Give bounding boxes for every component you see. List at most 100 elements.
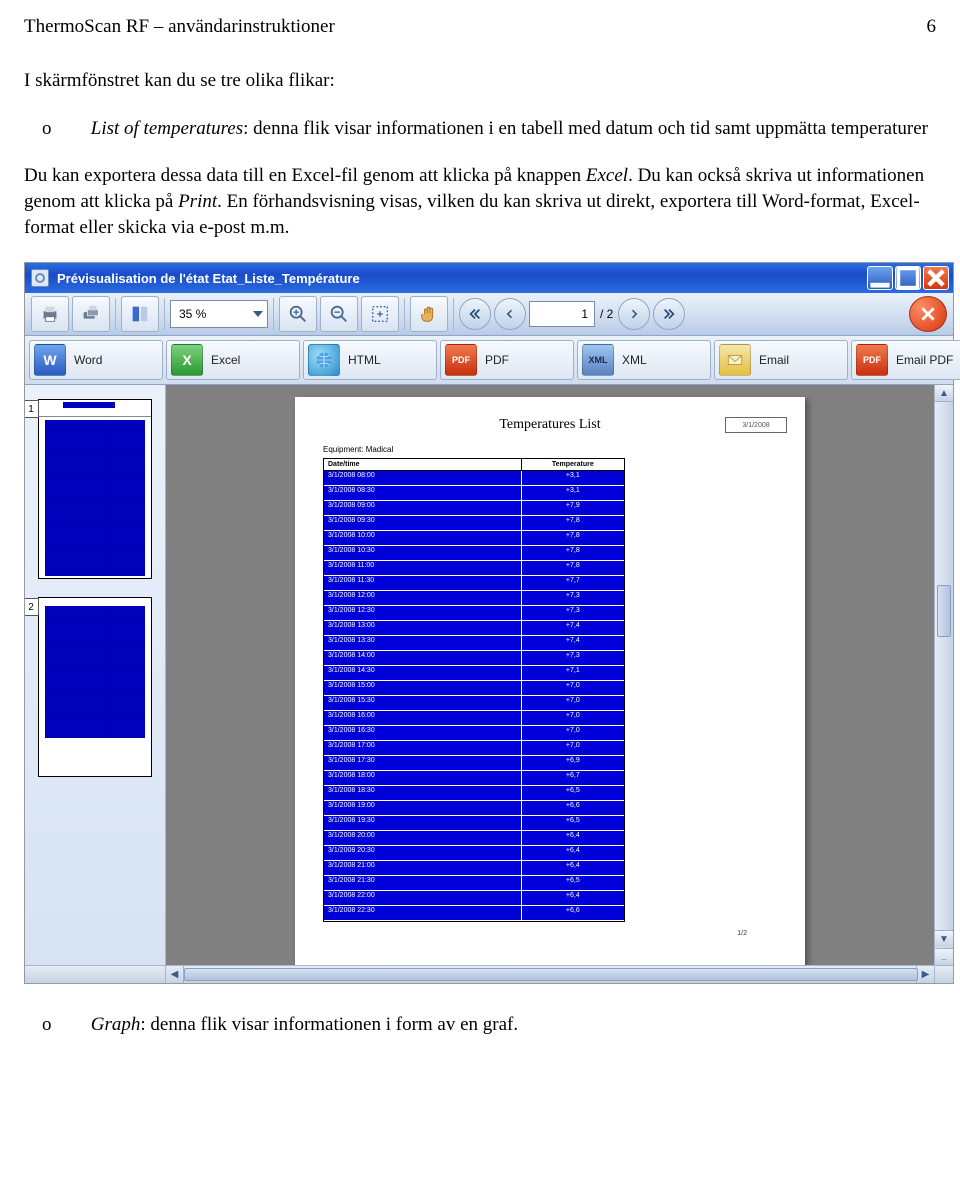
- scroll-thumb[interactable]: [937, 585, 951, 637]
- col-temperature: Temperature: [522, 459, 624, 470]
- cell-datetime: 3/1/2008 12:00: [324, 591, 522, 605]
- table-row: 3/1/2008 14:00+7,3: [324, 651, 624, 666]
- cell-datetime: 3/1/2008 22:30: [324, 906, 522, 920]
- cell-temperature: +7,0: [522, 681, 624, 695]
- cell-temperature: +7,0: [522, 696, 624, 710]
- cell-datetime: 3/1/2008 22:00: [324, 891, 522, 905]
- export-excel-button[interactable]: X Excel: [166, 340, 300, 380]
- cell-temperature: +7,1: [522, 666, 624, 680]
- thumbnail-page-2[interactable]: 2: [38, 597, 152, 777]
- scroll-corner: ..: [935, 948, 953, 965]
- cell-datetime: 3/1/2008 15:30: [324, 696, 522, 710]
- export-email-button[interactable]: Email: [714, 340, 848, 380]
- thumbnail-page-1[interactable]: 1: [38, 399, 152, 579]
- bullet-label: Graph: [91, 1014, 141, 1035]
- cell-temperature: +6,6: [522, 801, 624, 815]
- table-row: 3/1/2008 10:30+7,8: [324, 546, 624, 561]
- export-toolbar: W Word X Excel HTML PDF PDF XML XML Emai…: [25, 336, 953, 385]
- view-mode-button[interactable]: [121, 296, 159, 332]
- zoom-out-button[interactable]: [320, 296, 358, 332]
- excel-icon: X: [171, 344, 203, 376]
- xml-icon: XML: [582, 344, 614, 376]
- table-row: 3/1/2008 22:00+6,4: [324, 891, 624, 906]
- print-copies-button[interactable]: [72, 296, 110, 332]
- next-page-button[interactable]: [618, 298, 650, 330]
- cell-temperature: +7,3: [522, 591, 624, 605]
- table-row: 3/1/2008 21:30+6,5: [324, 876, 624, 891]
- hand-tool[interactable]: [410, 296, 448, 332]
- cell-datetime: 3/1/2008 14:30: [324, 666, 522, 680]
- titlebar[interactable]: Prévisualisation de l'état Etat_Liste_Te…: [25, 263, 953, 293]
- cell-temperature: +7,8: [522, 516, 624, 530]
- cell-datetime: 3/1/2008 09:00: [324, 501, 522, 515]
- export-word-button[interactable]: W Word: [29, 340, 163, 380]
- separator: [164, 298, 165, 330]
- close-button[interactable]: [923, 266, 949, 290]
- minimize-button[interactable]: [867, 266, 893, 290]
- zoom-select[interactable]: 35 %: [170, 300, 268, 328]
- page-total: / 2: [600, 307, 613, 321]
- table-row: 3/1/2008 20:30+6,4: [324, 846, 624, 861]
- thumbnail-pane[interactable]: 1 2: [25, 385, 166, 965]
- cell-temperature: +7,9: [522, 501, 624, 515]
- separator: [273, 298, 274, 330]
- cell-temperature: +6,7: [522, 771, 624, 785]
- table-row: 3/1/2008 08:00+3,1: [324, 471, 624, 486]
- cell-temperature: +6,5: [522, 876, 624, 890]
- export-label: Word: [74, 353, 102, 367]
- bullet-list-temperatures: o List of temperatures: denna flik visar…: [86, 116, 936, 142]
- marquee-zoom-button[interactable]: [361, 296, 399, 332]
- table-row: 3/1/2008 18:00+6,7: [324, 771, 624, 786]
- scroll-down-icon[interactable]: ▼: [935, 930, 953, 947]
- cell-datetime: 3/1/2008 20:00: [324, 831, 522, 845]
- table-row: 3/1/2008 13:00+7,4: [324, 621, 624, 636]
- export-label: PDF: [485, 353, 509, 367]
- export-label: XML: [622, 353, 647, 367]
- export-label: Email: [759, 353, 789, 367]
- cell-temperature: +6,9: [522, 756, 624, 770]
- cell-datetime: 3/1/2008 16:00: [324, 711, 522, 725]
- scroll-up-icon[interactable]: ▲: [935, 385, 953, 402]
- table-row: 3/1/2008 16:30+7,0: [324, 726, 624, 741]
- table-row: 3/1/2008 09:00+7,9: [324, 501, 624, 516]
- cell-temperature: +3,1: [522, 471, 624, 485]
- last-page-button[interactable]: [653, 298, 685, 330]
- cell-datetime: 3/1/2008 11:30: [324, 576, 522, 590]
- preview-canvas[interactable]: Temperatures List 3/1/2008 Equipment: Ma…: [166, 385, 934, 965]
- scroll-left-icon[interactable]: ◀: [166, 966, 184, 983]
- scroll-thumb[interactable]: [184, 968, 918, 981]
- vertical-scrollbar[interactable]: ▲ ▼ ..: [934, 385, 953, 965]
- separator: [404, 298, 405, 330]
- cell-temperature: +6,4: [522, 846, 624, 860]
- page-corner-date: 3/1/2008: [725, 417, 787, 433]
- page-footer: 1/2: [313, 930, 747, 937]
- table-row: 3/1/2008 14:30+7,1: [324, 666, 624, 681]
- cell-datetime: 3/1/2008 08:00: [324, 471, 522, 485]
- print-button[interactable]: [31, 296, 69, 332]
- export-html-button[interactable]: HTML: [303, 340, 437, 380]
- pdf-icon: PDF: [856, 344, 888, 376]
- table-row: 3/1/2008 12:30+7,3: [324, 606, 624, 621]
- cell-temperature: +7,8: [522, 561, 624, 575]
- bullet-marker: o: [64, 1012, 86, 1038]
- scroll-right-icon[interactable]: ▶: [916, 966, 934, 983]
- zoom-in-button[interactable]: [279, 296, 317, 332]
- table-row: 3/1/2008 17:30+6,9: [324, 756, 624, 771]
- mid-em2: Print: [178, 191, 217, 212]
- doc-pagenum: 6: [927, 16, 937, 38]
- prev-page-button[interactable]: [494, 298, 526, 330]
- horizontal-scrollbar[interactable]: ◀ ▶: [166, 965, 934, 983]
- page-number-field[interactable]: 1: [529, 301, 595, 327]
- table-row: 3/1/2008 09:30+7,8: [324, 516, 624, 531]
- export-pdf-button[interactable]: PDF PDF: [440, 340, 574, 380]
- first-page-button[interactable]: [459, 298, 491, 330]
- export-email-pdf-button[interactable]: PDF Email PDF: [851, 340, 960, 380]
- export-label: Email PDF: [896, 353, 953, 367]
- close-preview-button[interactable]: [909, 296, 947, 332]
- export-xml-button[interactable]: XML XML: [577, 340, 711, 380]
- table-row: 3/1/2008 12:00+7,3: [324, 591, 624, 606]
- cell-datetime: 3/1/2008 18:00: [324, 771, 522, 785]
- maximize-button[interactable]: [895, 266, 921, 290]
- table-row: 3/1/2008 11:30+7,7: [324, 576, 624, 591]
- preview-page: Temperatures List 3/1/2008 Equipment: Ma…: [295, 397, 805, 965]
